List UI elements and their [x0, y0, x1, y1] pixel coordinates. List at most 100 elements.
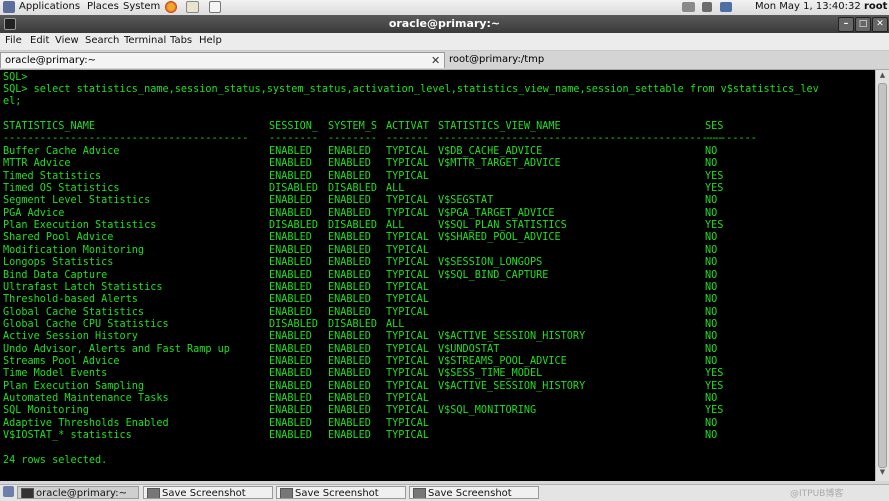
- tab-oracle[interactable]: oracle@primary:~ ✕: [0, 52, 445, 68]
- cell: V$SQL_BIND_CAPTURE: [438, 269, 549, 281]
- cell: V$SESSION_LONGOPS: [438, 257, 543, 269]
- cell: ENABLED: [328, 281, 371, 293]
- cell: YES: [705, 380, 724, 392]
- firefox-icon[interactable]: [165, 1, 177, 13]
- user-name[interactable]: root: [864, 1, 887, 12]
- cell: Timed Statistics: [3, 170, 102, 182]
- close-tab-icon[interactable]: ✕: [431, 53, 440, 69]
- cell: V$IOSTAT_* statistics: [3, 430, 132, 442]
- cell: V$SESS_TIME_MODEL: [438, 368, 543, 380]
- menu-edit[interactable]: Edit: [30, 35, 49, 46]
- cell: NO: [705, 343, 718, 355]
- taskbar-item-label: Save Screenshot: [162, 488, 246, 499]
- taskbar-item-save-screenshot[interactable]: Save Screenshot: [143, 486, 273, 499]
- menu-help[interactable]: Help: [199, 35, 222, 46]
- cell: TYPICAL: [386, 405, 429, 417]
- gnome-foot-icon[interactable]: [3, 1, 15, 13]
- cell: --------: [269, 133, 319, 144]
- cell: TYPICAL: [386, 207, 429, 219]
- cell: SQL Monitoring: [3, 405, 89, 417]
- cell: Undo Advisor, Alerts and Fast Ramp up: [3, 343, 230, 355]
- cell: DISABLED: [328, 220, 378, 232]
- minimize-button[interactable]: –: [838, 17, 854, 32]
- cell: ENABLED: [328, 343, 371, 355]
- tab-root[interactable]: root@primary:/tmp: [445, 52, 875, 68]
- cell: Global Cache CPU Statistics: [3, 318, 169, 330]
- cell: ENABLED: [328, 146, 371, 157]
- system-menu[interactable]: System: [123, 1, 160, 12]
- cell: Timed OS Statistics: [3, 183, 120, 195]
- cell: NO: [705, 158, 718, 170]
- network-icon[interactable]: [682, 2, 695, 12]
- menu-terminal[interactable]: Terminal: [124, 35, 166, 46]
- terminal-prompt: SQL>: [3, 72, 28, 83]
- terminal-scrollbar[interactable]: ▲ ▼: [875, 70, 889, 481]
- cell: SES: [705, 121, 724, 132]
- cell: NO: [705, 430, 718, 442]
- cell: Modification Monitoring: [3, 244, 145, 256]
- cell: DISABLED: [328, 318, 378, 330]
- window-title: oracle@primary:~: [388, 17, 501, 30]
- cell: ENABLED: [269, 430, 312, 442]
- top-panel: Applications Places System Mon May 1, 13…: [0, 0, 889, 16]
- show-desktop-icon[interactable]: [3, 486, 14, 497]
- cell: TYPICAL: [386, 269, 429, 281]
- cell: Segment Level Statistics: [3, 195, 151, 207]
- cell: ENABLED: [328, 170, 371, 182]
- volume-icon[interactable]: [702, 2, 712, 12]
- cell: TYPICAL: [386, 232, 429, 244]
- menu-tabs[interactable]: Tabs: [170, 35, 192, 46]
- cell: ENABLED: [269, 417, 312, 429]
- cell: NO: [705, 294, 718, 306]
- cell: NO: [705, 146, 718, 157]
- menu-file[interactable]: File: [5, 35, 22, 46]
- cell: NO: [705, 232, 718, 244]
- cell: TYPICAL: [386, 306, 429, 318]
- cell: ENABLED: [269, 207, 312, 219]
- cell: DISABLED: [269, 183, 319, 195]
- taskbar-item-terminal[interactable]: oracle@primary:~: [17, 486, 139, 499]
- cell: V$STREAMS_POOL_ADVICE: [438, 355, 567, 367]
- tab-root-label: root@primary:/tmp: [449, 54, 545, 65]
- scroll-up-icon[interactable]: ▲: [877, 71, 888, 82]
- places-menu[interactable]: Places: [87, 1, 119, 12]
- menu-search[interactable]: Search: [85, 35, 119, 46]
- cell: TYPICAL: [386, 430, 429, 442]
- scroll-down-icon[interactable]: ▼: [877, 468, 888, 479]
- maximize-button[interactable]: □: [855, 17, 871, 32]
- cell: TYPICAL: [386, 244, 429, 256]
- cell: V$SHARED_POOL_ADVICE: [438, 232, 561, 244]
- cell: ENABLED: [328, 331, 371, 343]
- cell: Plan Execution Sampling: [3, 380, 145, 392]
- cell: ENABLED: [328, 269, 371, 281]
- display-icon[interactable]: [720, 2, 732, 12]
- cell: DISABLED: [269, 220, 319, 232]
- cell: ----------------------------------------: [3, 133, 249, 144]
- cell: DISABLED: [269, 318, 319, 330]
- cell: YES: [705, 405, 724, 417]
- window-titlebar[interactable]: oracle@primary:~ – □ ✕: [0, 15, 889, 33]
- mail-icon[interactable]: [186, 1, 199, 13]
- menu-view[interactable]: View: [55, 35, 79, 46]
- camera-icon: [280, 488, 293, 498]
- cell: TYPICAL: [386, 195, 429, 207]
- menu-bar: File Edit View Search Terminal Tabs Help: [0, 33, 889, 51]
- cell: ENABLED: [269, 244, 312, 256]
- cell: Longops Statistics: [3, 257, 114, 269]
- text-editor-icon[interactable]: [209, 1, 221, 13]
- taskbar-item-save-screenshot[interactable]: Save Screenshot: [276, 486, 406, 499]
- cell: STATISTICS_VIEW_NAME: [438, 121, 561, 132]
- cell: ENABLED: [269, 281, 312, 293]
- cell: TYPICAL: [386, 170, 429, 182]
- sql-command-line-1: SQL> select statistics_name,session_stat…: [3, 84, 819, 95]
- cell: ENABLED: [328, 232, 371, 244]
- terminal-output[interactable]: SQL> SQL> select statistics_name,session…: [0, 70, 875, 481]
- scrollbar-thumb[interactable]: [878, 83, 887, 468]
- applications-menu[interactable]: Applications: [19, 1, 80, 12]
- cell: ENABLED: [328, 430, 371, 442]
- cell: NO: [705, 269, 718, 281]
- taskbar-item-save-screenshot[interactable]: Save Screenshot: [409, 486, 539, 499]
- cell: ACTIVAT: [386, 121, 429, 132]
- clock[interactable]: Mon May 1, 13:40:32: [755, 1, 861, 12]
- close-button[interactable]: ✕: [872, 17, 888, 32]
